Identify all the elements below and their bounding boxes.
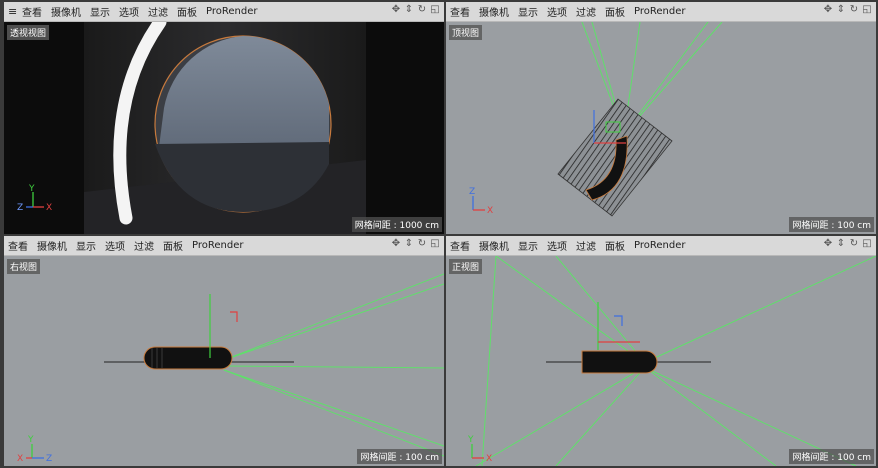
viewport-front[interactable]: 查看 摄像机 显示 选项 过滤 面板 ProRender ✥ ⇕ ↻ ◱ Y X… [446,236,876,466]
menu-display[interactable]: 显示 [518,4,538,19]
viewport-menubar: 查看 摄像机 显示 选项 过滤 面板 ProRender ✥ ⇕ ↻ ◱ [4,236,444,256]
object-axis [597,302,640,350]
axis-z-label: Z [46,454,52,464]
zoom-icon[interactable]: ⇕ [404,4,414,15]
zoom-icon[interactable]: ⇕ [836,238,846,249]
menu-display[interactable]: 显示 [90,4,110,19]
axis-x-label: X [17,454,23,464]
axis-y-label: Y [467,435,474,445]
top-scene: Z X [469,22,723,217]
viewport-top[interactable]: 查看 摄像机 显示 选项 过滤 面板 ProRender ✥ ⇕ ↻ ◱ Z X… [446,2,876,234]
menu-options[interactable]: 选项 [547,238,567,253]
viewport-canvas[interactable]: Y X Z 透视视图 网格间距 : 1000 cm [4,22,444,234]
right-dark-panel [366,22,444,234]
axis-gizmo: Y X Z [17,435,52,464]
axis-x-label: X [487,206,493,216]
menu-options[interactable]: 选项 [105,238,125,253]
menu-filter[interactable]: 过滤 [148,4,168,19]
menu-prorender[interactable]: ProRender [192,240,243,251]
viewport-title: 透视视图 [7,25,50,40]
menu-prorender[interactable]: ProRender [634,240,685,251]
menu-display[interactable]: 显示 [76,238,96,253]
rotate-icon[interactable]: ↻ [849,4,859,15]
axis-y-label: Y [27,435,34,445]
menu-camera[interactable]: 摄像机 [479,238,509,253]
viewport-canvas[interactable]: Z X 顶视图 网格间距 : 100 cm [446,22,876,234]
move-icon[interactable]: ✥ [823,4,833,15]
viewport-menubar: 查看 摄像机 显示 选项 过滤 面板 ProRender ✥ ⇕ ↻ ◱ [446,236,876,256]
menu-panel[interactable]: 面板 [605,238,625,253]
move-icon[interactable]: ✥ [391,4,401,15]
axis-z-label: Z [17,203,23,213]
move-icon[interactable]: ✥ [823,238,833,249]
menu-view[interactable]: 查看 [450,4,470,19]
axis-y-label: Y [28,184,35,194]
zoom-icon[interactable]: ⇕ [404,238,414,249]
menu-view[interactable]: 查看 [8,238,28,253]
viewport-title: 右视图 [7,259,41,274]
menu-options[interactable]: 选项 [119,4,139,19]
nav-controls: ✥ ⇕ ↻ ◱ [391,238,440,249]
menu-view[interactable]: 查看 [22,4,42,19]
move-icon[interactable]: ✥ [391,238,401,249]
front-scene: Y X [467,256,876,466]
menu-options[interactable]: 选项 [547,4,567,19]
menu-display[interactable]: 显示 [518,238,538,253]
viewport-canvas[interactable]: Y X Z 右视图 网格间距 : 100 cm [4,256,444,466]
viewport-menubar: 查看 摄像机 显示 选项 过滤 面板 ProRender ✥ ⇕ ↻ ◱ [446,2,876,22]
nav-controls: ✥ ⇕ ↻ ◱ [823,4,872,15]
axis-z-label: Z [469,187,475,197]
nav-controls: ✥ ⇕ ↻ ◱ [391,4,440,15]
light-rays [475,256,876,466]
maximize-icon[interactable]: ◱ [430,238,440,249]
axis-x-label: X [46,203,52,213]
grid-spacing-label: 网格间距 : 100 cm [357,449,442,464]
grid-spacing-label: 网格间距 : 100 cm [789,449,874,464]
menu-panel[interactable]: 面板 [163,238,183,253]
menu-filter[interactable]: 过滤 [134,238,154,253]
menu-camera[interactable]: 摄像机 [51,4,81,19]
viewport-title: 正视图 [449,259,483,274]
maximize-icon[interactable]: ◱ [862,238,872,249]
viewport-perspective[interactable]: ≡ 查看 摄像机 显示 选项 过滤 面板 ProRender ✥ ⇕ ↻ ◱ Y… [4,2,444,234]
viewport-right[interactable]: 查看 摄像机 显示 选项 过滤 面板 ProRender ✥ ⇕ ↻ ◱ Y X… [4,236,444,466]
light-rays [223,273,444,457]
menu-filter[interactable]: 过滤 [576,4,596,19]
menu-prorender[interactable]: ProRender [206,6,257,17]
left-dark-panel [4,22,84,234]
axis-x-label: X [486,454,492,464]
menu-filter[interactable]: 过滤 [576,238,596,253]
menu-camera[interactable]: 摄像机 [37,238,67,253]
grid-spacing-label: 网格间距 : 100 cm [789,217,874,232]
axis-gizmo: Z X [469,187,493,216]
right-scene: Y X Z [17,273,444,464]
zoom-icon[interactable]: ⇕ [836,4,846,15]
nav-controls: ✥ ⇕ ↻ ◱ [823,238,872,249]
hamburger-menu-icon[interactable]: ≡ [8,5,18,18]
rotate-icon[interactable]: ↻ [417,4,427,15]
viewport-menubar: ≡ 查看 摄像机 显示 选项 过滤 面板 ProRender ✥ ⇕ ↻ ◱ [4,2,444,22]
tube-front-view [581,350,658,374]
perspective-scene: Y X Z [4,22,444,234]
viewport-title: 顶视图 [449,25,483,40]
maximize-icon[interactable]: ◱ [862,4,872,15]
menu-prorender[interactable]: ProRender [634,6,685,17]
grid-spacing-label: 网格间距 : 1000 cm [351,217,442,232]
viewport-canvas[interactable]: Y X 正视图 网格间距 : 100 cm [446,256,876,466]
rotate-icon[interactable]: ↻ [849,238,859,249]
menu-panel[interactable]: 面板 [605,4,625,19]
axis-gizmo: Y X [467,435,492,464]
rotate-icon[interactable]: ↻ [417,238,427,249]
menu-panel[interactable]: 面板 [177,4,197,19]
menu-camera[interactable]: 摄像机 [479,4,509,19]
maximize-icon[interactable]: ◱ [430,4,440,15]
menu-view[interactable]: 查看 [450,238,470,253]
